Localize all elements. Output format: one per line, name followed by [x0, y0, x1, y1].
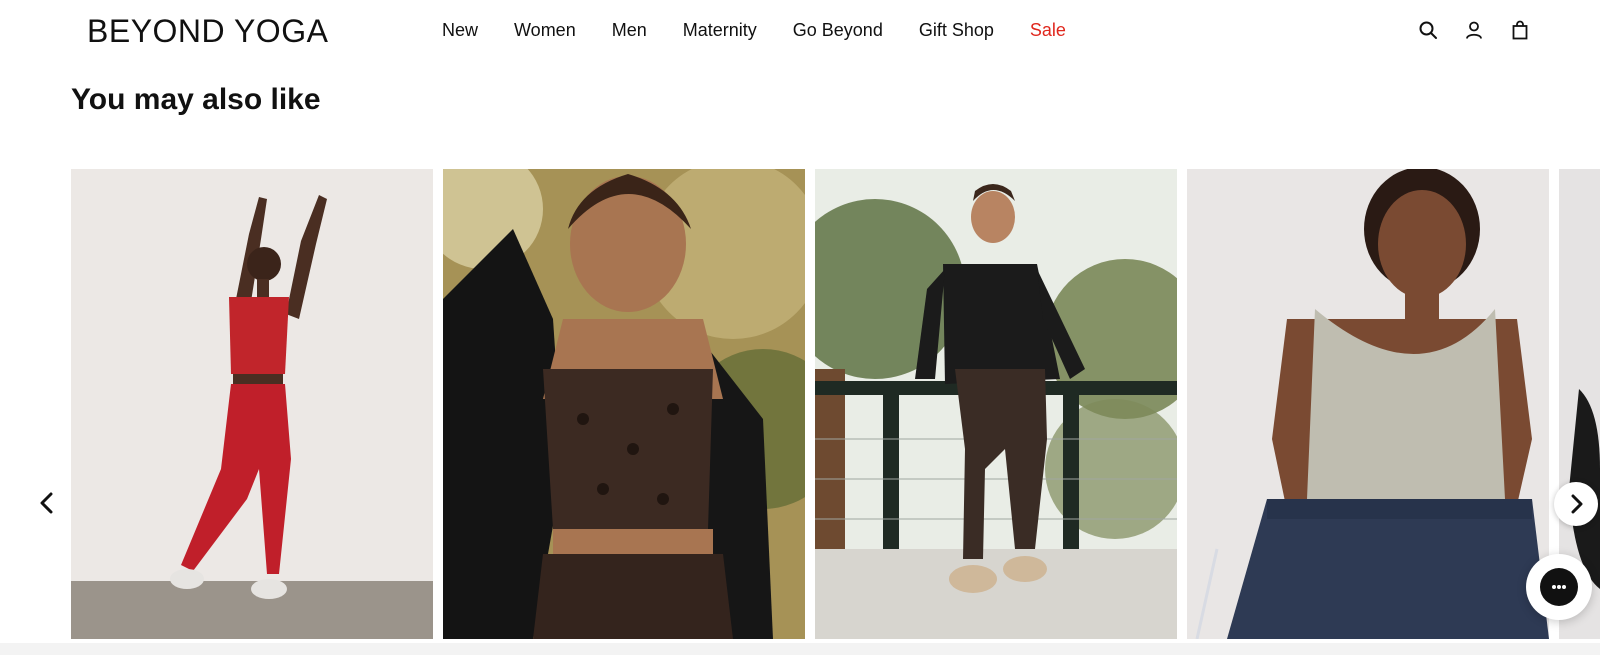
nav-item-women[interactable]: Women	[514, 20, 576, 41]
nav-item-maternity[interactable]: Maternity	[683, 20, 757, 41]
brand-logo[interactable]: BEYOND YOGA	[87, 13, 328, 50]
chat-button[interactable]	[1526, 554, 1592, 620]
shopping-bag-icon[interactable]	[1510, 20, 1530, 40]
main-nav: New Women Men Maternity Go Beyond Gift S…	[442, 20, 1102, 41]
site-header: BEYOND YOGA New Women Men Maternity Go B…	[0, 0, 1600, 62]
carousel-next-button[interactable]	[1554, 482, 1598, 526]
nav-item-men[interactable]: Men	[612, 20, 647, 41]
product-card-2[interactable]	[443, 169, 805, 639]
nav-item-go-beyond[interactable]: Go Beyond	[793, 20, 883, 41]
product-image-3	[815, 169, 1177, 639]
chevron-right-icon	[1571, 494, 1583, 514]
product-image-2	[443, 169, 805, 639]
header-icons	[1418, 20, 1530, 40]
product-image-4	[1187, 169, 1549, 639]
nav-item-gift-shop[interactable]: Gift Shop	[919, 20, 994, 41]
search-icon[interactable]	[1418, 20, 1438, 40]
product-card-4[interactable]	[1187, 169, 1549, 639]
product-card-3[interactable]	[815, 169, 1177, 639]
nav-item-sale[interactable]: Sale	[1030, 20, 1066, 41]
carousel-prev-button[interactable]	[33, 488, 61, 518]
product-image-1	[71, 169, 433, 639]
chat-bubble-icon	[1540, 568, 1578, 606]
product-carousel	[0, 169, 1600, 639]
section-title: You may also like	[71, 83, 321, 116]
chevron-left-icon	[40, 492, 53, 514]
bottom-divider	[0, 643, 1600, 655]
nav-item-new[interactable]: New	[442, 20, 478, 41]
product-card-1[interactable]	[71, 169, 433, 639]
account-icon[interactable]	[1464, 20, 1484, 40]
